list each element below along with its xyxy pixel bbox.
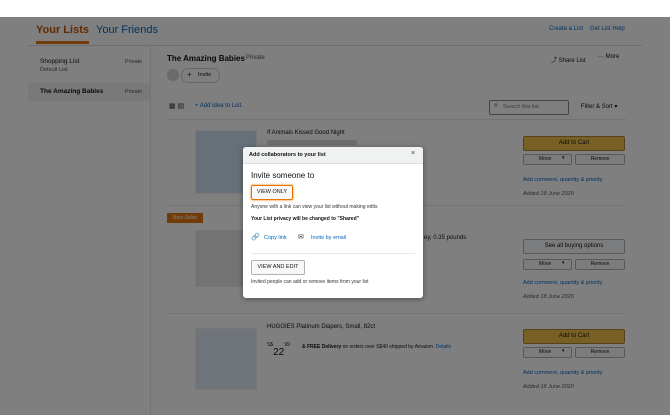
divider xyxy=(251,253,415,254)
dialog-title: Add collaborators to your list xyxy=(249,152,326,158)
privacy-notice: Your List privacy will be changed to "Sh… xyxy=(251,216,360,222)
add-collaborators-dialog: Add collaborators to your list × Invite … xyxy=(243,147,423,298)
copy-link-button[interactable]: Copy link xyxy=(264,235,287,241)
view-only-description: Anyone with a link can view your list wi… xyxy=(251,204,378,210)
close-icon[interactable]: × xyxy=(411,150,415,157)
view-and-edit-description: Invited people can add or remove items f… xyxy=(251,279,369,285)
invite-heading: Invite someone to xyxy=(251,171,315,180)
invite-by-email-button[interactable]: Invite by email xyxy=(311,235,346,241)
mail-icon: ✉ xyxy=(298,234,304,241)
view-and-edit-button[interactable]: VIEW AND EDIT xyxy=(251,260,305,275)
view-only-button[interactable]: VIEW ONLY xyxy=(251,185,293,200)
link-icon: 🔗 xyxy=(251,234,260,241)
dialog-header: Add collaborators to your list × xyxy=(243,147,423,164)
